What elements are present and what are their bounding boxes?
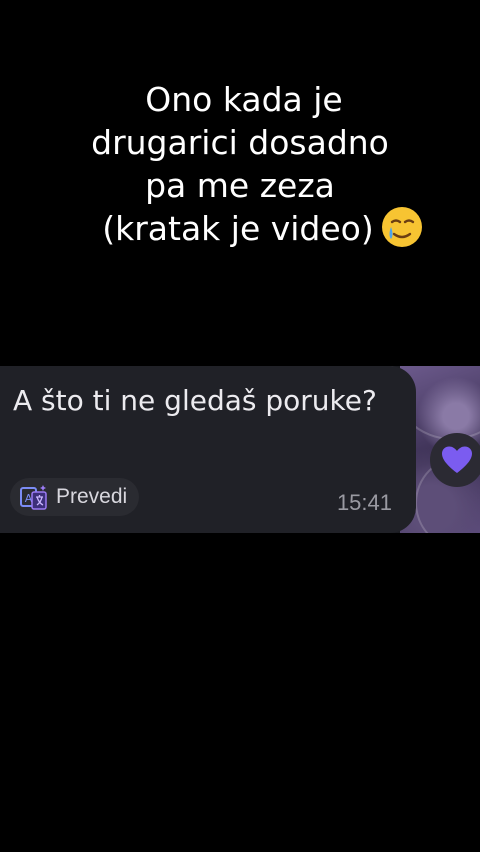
message-text: A što ti ne gledaš poruke?: [13, 384, 377, 417]
translate-label: Prevedi: [56, 485, 128, 508]
video-caption: Ono kada je drugarici dosadno pa me zeza…: [0, 78, 480, 253]
chat-screenshot: A što ti ne gledaš poruke? A Prevedi 15:…: [0, 366, 480, 533]
heart-icon: [442, 446, 472, 473]
message-bubble[interactable]: A što ti ne gledaš poruke? A Prevedi 15:…: [0, 366, 416, 533]
message-time: 15:41: [336, 490, 392, 515]
caption-line-1: Ono kada je: [145, 80, 343, 119]
face-holding-back-tears-icon: [381, 206, 422, 247]
caption-line-2: drugarici dosadno: [91, 123, 389, 162]
caption-line-4: (kratak je video): [0, 206, 480, 253]
translate-button[interactable]: A Prevedi: [10, 478, 140, 516]
caption-line-3: pa me zeza: [145, 166, 335, 205]
translate-icon: A: [20, 485, 47, 510]
reaction-button[interactable]: [430, 433, 480, 487]
caption-line-4-text: (kratak je video): [102, 209, 374, 248]
